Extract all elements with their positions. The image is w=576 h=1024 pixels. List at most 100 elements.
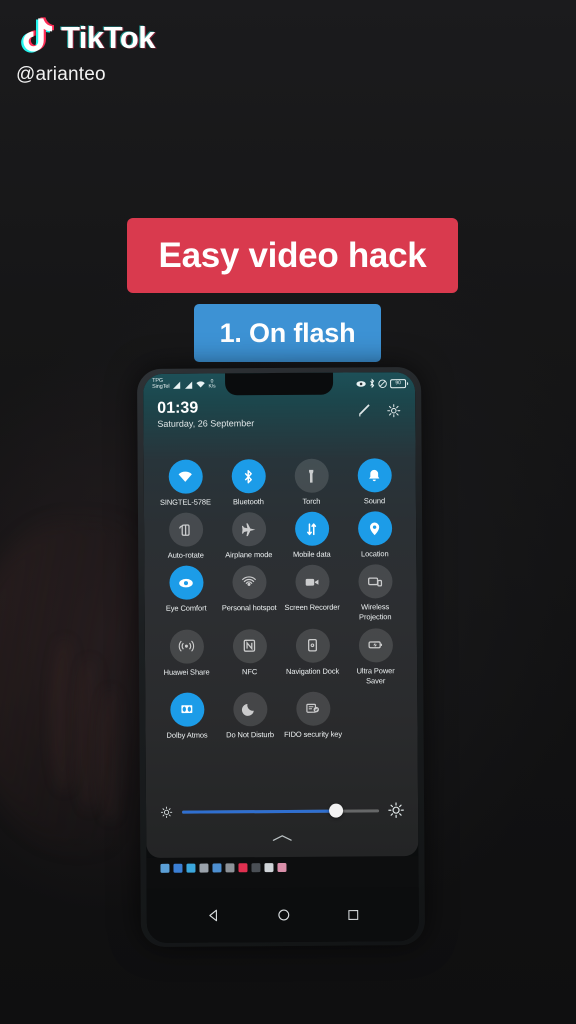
data-rate-indicator: 0 K/s bbox=[208, 378, 216, 390]
instagram-icon bbox=[199, 863, 209, 873]
clock-time: 01:39 bbox=[157, 399, 199, 417]
wifi-status-icon bbox=[196, 381, 206, 388]
contact-icon bbox=[212, 863, 222, 873]
qs-tile-label: Dolby Atmos bbox=[166, 730, 208, 740]
wifi-icon[interactable] bbox=[168, 459, 203, 494]
headline-caption-text: Easy video hack bbox=[158, 235, 427, 275]
phone-device: TPG SingTel 0 K/s 90 01:39 Saturday, 26 … bbox=[136, 367, 426, 947]
mail-dark-icon bbox=[251, 863, 261, 873]
envelope-icon bbox=[264, 863, 274, 873]
brightness-high-icon bbox=[388, 802, 404, 819]
qs-tile-label: Screen Recorder bbox=[284, 602, 340, 613]
tiktok-watermark: TikTok bbox=[16, 16, 156, 58]
battery-level-text: 90 bbox=[395, 379, 401, 386]
qs-tile[interactable]: Huawei Share bbox=[155, 629, 218, 688]
qs-tile[interactable]: Screen Recorder bbox=[280, 564, 343, 624]
qs-tile[interactable]: FIDO security key bbox=[281, 691, 344, 740]
nav-dock-icon[interactable] bbox=[295, 628, 330, 663]
chevron-up-icon[interactable] bbox=[271, 834, 293, 842]
qs-tile-label: Eye Comfort bbox=[165, 603, 207, 614]
back-button[interactable] bbox=[206, 908, 220, 922]
data-arrows-icon[interactable] bbox=[294, 511, 329, 547]
quick-settings-tiles: SINGTEL-578E Bluetooth Torch Sound Auto-rota… bbox=[144, 458, 418, 741]
qq-icon bbox=[238, 863, 248, 873]
app-blue-square-icon bbox=[173, 863, 183, 873]
qs-tile[interactable]: Wireless Projection bbox=[343, 564, 406, 623]
qs-tile[interactable]: NFC bbox=[218, 628, 281, 688]
rotate-icon[interactable] bbox=[168, 512, 203, 547]
qs-tile[interactable]: Auto-rotate bbox=[154, 512, 217, 562]
nfc-icon[interactable] bbox=[232, 628, 267, 663]
fido-key-icon[interactable] bbox=[295, 691, 330, 726]
app-gray-round-icon bbox=[225, 863, 235, 873]
step-caption-text: 1. On flash bbox=[219, 317, 356, 348]
brightness-knob[interactable] bbox=[328, 803, 343, 818]
bluetooth-status-icon bbox=[370, 378, 375, 389]
cloud-icon bbox=[160, 863, 170, 873]
brightness-fill bbox=[182, 809, 336, 814]
step-caption: 1. On flash bbox=[194, 304, 381, 362]
dolby-icon[interactable] bbox=[169, 692, 204, 727]
qs-tile[interactable]: Eye Comfort bbox=[154, 565, 217, 625]
qs-tile-label: Wireless Projection bbox=[359, 602, 392, 622]
gear-icon[interactable] bbox=[386, 403, 401, 418]
eye-comfort-status-icon bbox=[356, 380, 366, 387]
hotspot-icon[interactable] bbox=[231, 565, 267, 600]
brightness-slider-row bbox=[146, 802, 418, 820]
moon-icon[interactable] bbox=[232, 691, 267, 727]
bluetooth-icon[interactable] bbox=[231, 459, 266, 494]
quick-settings-header: 01:39 Saturday, 26 September bbox=[143, 398, 415, 431]
background-finger bbox=[100, 690, 122, 820]
home-button[interactable] bbox=[276, 908, 290, 922]
battery-bolt-icon[interactable] bbox=[358, 627, 393, 662]
qs-tile[interactable]: Dolby Atmos bbox=[155, 692, 218, 741]
airplane-icon[interactable] bbox=[231, 512, 266, 547]
android-navigation-bar bbox=[146, 887, 419, 943]
qs-tile-label: Do Not Disturb bbox=[226, 729, 274, 740]
brightness-track[interactable] bbox=[182, 803, 380, 818]
qs-tile[interactable]: Torch bbox=[280, 458, 343, 508]
cast-screen-icon[interactable] bbox=[357, 564, 393, 599]
data-rate-unit: K/s bbox=[208, 383, 216, 390]
signal-bars-icon bbox=[173, 381, 181, 389]
qs-tile[interactable]: Ultra Power Saver bbox=[344, 627, 407, 687]
pencil-icon[interactable] bbox=[357, 403, 372, 418]
qs-tile-label: NFC bbox=[242, 666, 258, 676]
qs-tile-label: Airplane mode bbox=[225, 550, 273, 560]
tiktok-wordmark: TikTok bbox=[61, 19, 156, 55]
share-waves-icon[interactable] bbox=[169, 629, 204, 664]
video-camera-icon[interactable] bbox=[294, 564, 330, 600]
eye-icon[interactable] bbox=[168, 565, 204, 601]
qs-tile[interactable]: Bluetooth bbox=[217, 459, 280, 508]
qs-tile[interactable]: Do Not Disturb bbox=[218, 691, 281, 741]
phone-screen: TPG SingTel 0 K/s 90 01:39 Saturday, 26 … bbox=[143, 372, 419, 943]
tiktok-note-icon bbox=[21, 17, 54, 53]
flashlight-icon[interactable] bbox=[294, 458, 329, 493]
qs-tile[interactable]: Mobile data bbox=[280, 511, 343, 561]
notification-icons-strip bbox=[146, 862, 418, 873]
qs-tile[interactable]: SINGTEL-578E bbox=[154, 459, 217, 508]
mail-pink-icon bbox=[277, 862, 287, 873]
do-not-disturb-status-icon bbox=[378, 379, 387, 388]
qs-tile-label: FIDO security key bbox=[284, 729, 343, 739]
qs-tile[interactable]: Sound bbox=[343, 458, 406, 507]
qs-tile-label: Location bbox=[360, 549, 389, 559]
qs-tile[interactable]: Personal hotspot bbox=[217, 565, 280, 624]
carrier-label: TPG SingTel bbox=[152, 378, 169, 391]
qs-tile-label: Auto-rotate bbox=[167, 550, 204, 560]
background-finger bbox=[52, 640, 78, 790]
qs-tile[interactable]: Airplane mode bbox=[217, 512, 280, 561]
bell-icon[interactable] bbox=[357, 458, 392, 493]
qs-tile-label: SINGTEL-578E bbox=[159, 497, 211, 507]
username-handle: @arianteo bbox=[16, 64, 106, 85]
battery-status-icon: 90 bbox=[390, 378, 407, 388]
qs-tile[interactable]: Navigation Dock bbox=[281, 628, 344, 687]
recents-button[interactable] bbox=[346, 908, 359, 921]
qs-tile[interactable]: Location bbox=[343, 511, 406, 560]
headline-caption: Easy video hack bbox=[127, 218, 458, 293]
location-pin-icon[interactable] bbox=[357, 511, 392, 546]
qs-tile-label: Personal hotspot bbox=[221, 603, 277, 613]
qs-tile-label: Navigation Dock bbox=[286, 666, 340, 676]
qs-tile-label: Huawei Share bbox=[163, 666, 210, 677]
brightness-low-icon bbox=[160, 806, 173, 818]
